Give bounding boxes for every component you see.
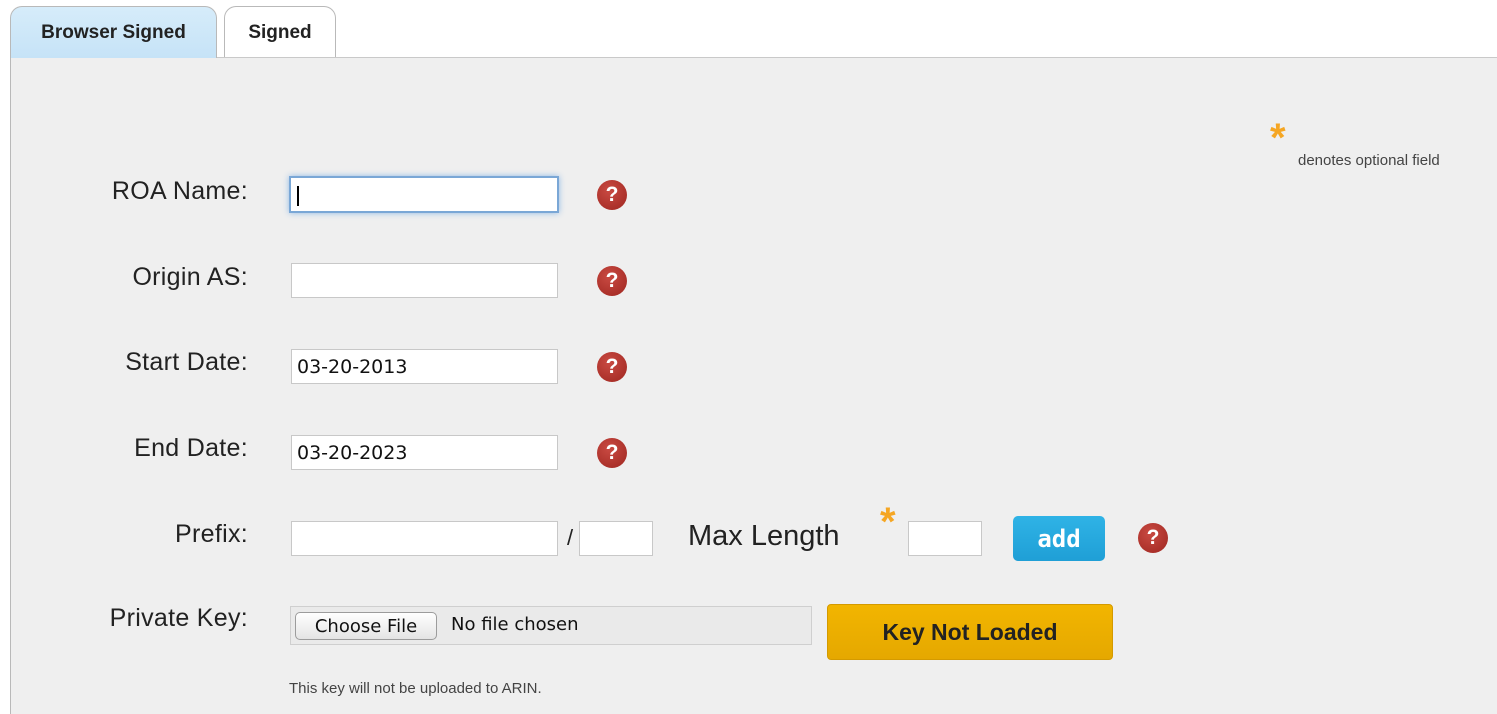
origin-as-label: Origin AS: xyxy=(132,263,248,291)
prefix-separator: / xyxy=(567,525,574,550)
start-date-label: Start Date: xyxy=(125,348,248,376)
tab-bar: Browser Signed Signed xyxy=(0,0,1497,58)
prefix-label: Prefix: xyxy=(175,520,248,548)
private-key-file-input[interactable]: Choose File No file chosen xyxy=(290,606,812,645)
add-prefix-button[interactable]: add xyxy=(1013,516,1105,561)
key-status-button[interactable]: Key Not Loaded xyxy=(827,604,1113,660)
origin-as-input[interactable] xyxy=(291,263,558,298)
private-key-label: Private Key: xyxy=(109,604,248,632)
prefix-length-input[interactable] xyxy=(579,521,653,556)
tab-signed[interactable]: Signed xyxy=(224,6,336,58)
text-caret xyxy=(297,186,299,206)
max-length-optional-star-icon: * xyxy=(880,500,896,544)
prefix-input[interactable] xyxy=(291,521,558,556)
private-key-note: This key will not be uploaded to ARIN. xyxy=(289,680,542,697)
start-date-input[interactable]: 03-20-2013 xyxy=(291,349,558,384)
end-date-input[interactable]: 03-20-2023 xyxy=(291,435,558,470)
roa-name-label: ROA Name: xyxy=(111,177,248,205)
end-date-help-icon[interactable]: ? xyxy=(597,438,627,468)
roa-name-input[interactable] xyxy=(289,176,559,213)
prefix-help-icon[interactable]: ? xyxy=(1138,523,1168,553)
tab-browser-signed[interactable]: Browser Signed xyxy=(10,6,217,58)
file-status-text: No file chosen xyxy=(451,614,579,635)
max-length-input[interactable] xyxy=(908,521,982,556)
start-date-help-icon[interactable]: ? xyxy=(597,352,627,382)
roa-name-help-icon[interactable]: ? xyxy=(597,180,627,210)
origin-as-help-icon[interactable]: ? xyxy=(597,266,627,296)
optional-field-note: denotes optional field xyxy=(1298,152,1440,169)
end-date-label: End Date: xyxy=(134,434,248,462)
max-length-label: Max Length xyxy=(688,520,840,552)
choose-file-button[interactable]: Choose File xyxy=(295,612,437,640)
optional-star-icon: * xyxy=(1270,116,1286,160)
